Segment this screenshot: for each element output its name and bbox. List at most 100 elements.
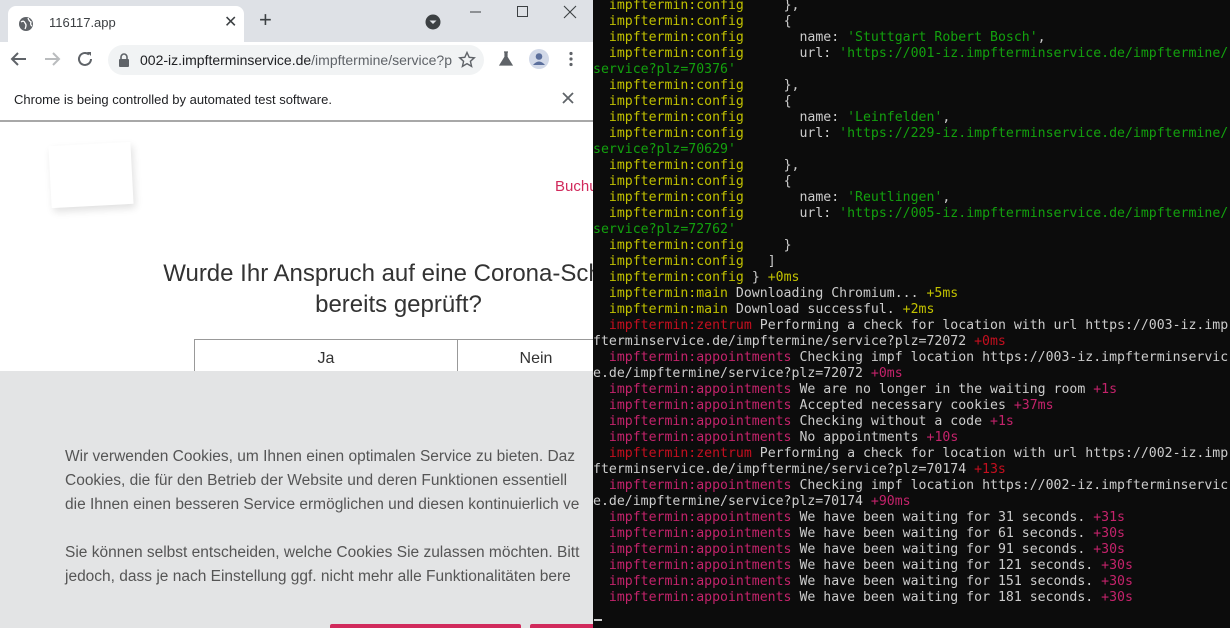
window-close-icon[interactable] (563, 5, 577, 19)
page-question: Wurde Ihr Anspruch auf eine Corona-Schut… (0, 258, 593, 320)
log-line: service?plz=70629' (593, 142, 736, 158)
log-message: No appointments (791, 430, 927, 445)
cookie-text-line: Cookies, die für den Betrieb der Website… (65, 472, 568, 489)
log-message: { (743, 14, 792, 29)
globe-icon (19, 17, 33, 31)
log-message: name: (743, 190, 848, 205)
log-message: Download successful. (727, 302, 903, 317)
lock-icon[interactable] (118, 53, 130, 67)
log-delta: +30s (1101, 574, 1133, 589)
back-arrow-icon[interactable] (10, 50, 28, 68)
log-punct: , (942, 190, 951, 205)
log-continuation: e.de/impftermine/service?plz=70174 (593, 494, 871, 509)
url-text[interactable]: 002-iz.impfterminservice.de/impftermine/… (140, 52, 458, 68)
close-icon[interactable]: ✕ (224, 14, 237, 32)
log-message: We have been waiting for 91 seconds. (791, 542, 1094, 557)
log-line: impftermin:appointments We have been wai… (593, 510, 1125, 526)
log-message: Checking impf location https://002-iz.im… (791, 478, 1229, 493)
log-line: impftermin:appointments We have been wai… (593, 558, 1133, 574)
log-namespace: impftermin:appointments (608, 510, 792, 525)
log-namespace: impftermin:config (608, 110, 744, 125)
log-line: impftermin:appointments No appointments … (593, 430, 958, 446)
log-line: fterminservice.de/impftermine/service?pl… (593, 334, 1006, 350)
log-namespace: impftermin:appointments (608, 558, 792, 573)
cookie-banner: Wir verwenden Cookies, um Ihnen einen op… (0, 371, 593, 628)
log-line: fterminservice.de/impftermine/service?pl… (593, 462, 1006, 478)
log-punct: , (1037, 30, 1046, 45)
url-path: /impftermine/service?p (311, 52, 452, 68)
minimize-icon[interactable] (470, 6, 482, 16)
log-delta: +10s (926, 430, 959, 445)
logo[interactable] (48, 141, 134, 209)
log-line: impftermin:appointments We have been wai… (593, 542, 1125, 558)
log-delta: +30s (1101, 558, 1133, 573)
log-line: impftermin:zentrum Performing a check fo… (593, 446, 1228, 462)
log-continuation: service?plz=70376' (593, 62, 736, 77)
log-line: impftermin:config name: 'Reutlingen', (593, 190, 950, 206)
log-delta: +1s (1093, 382, 1118, 397)
log-string: 'Stuttgart Robert Bosch' (847, 30, 1038, 45)
log-namespace: impftermin:config (608, 174, 744, 189)
question-line-1: Wurde Ihr Anspruch auf eine Corona-Schut… (163, 260, 593, 287)
log-message: We have been waiting for 61 seconds. (791, 526, 1094, 541)
profile-icon[interactable] (529, 49, 549, 69)
log-namespace: impftermin:appointments (608, 414, 792, 429)
kebab-menu-icon[interactable] (562, 50, 580, 68)
address-bar[interactable]: 002-iz.impfterminservice.de/impftermine/… (108, 45, 484, 75)
log-line: impftermin:config }, (593, 0, 800, 14)
tab-search-icon[interactable] (425, 14, 441, 30)
log-line: impftermin:appointments Checking impf lo… (593, 350, 1228, 366)
log-line: impftermin:config url: 'https://229-iz.i… (593, 126, 1228, 142)
log-continuation: service?plz=70629' (593, 142, 736, 157)
close-icon[interactable] (562, 92, 574, 104)
log-namespace: impftermin:appointments (608, 590, 792, 605)
log-message: We have been waiting for 121 seconds. (791, 558, 1102, 573)
log-namespace: impftermin:config (608, 0, 744, 13)
log-message: Performing a check for location with url… (751, 446, 1229, 461)
log-message: }, (743, 0, 800, 13)
forward-arrow-icon[interactable] (43, 50, 61, 68)
maximize-icon[interactable] (517, 6, 528, 17)
log-namespace: impftermin:config (608, 30, 744, 45)
browser-window: 116117.app ✕ + 002-iz.impfterminservice.… (0, 0, 593, 628)
log-delta: +0ms (974, 334, 1006, 349)
plus-icon[interactable]: + (259, 8, 272, 32)
cookie-text-line: jedoch, dass je nach Einstellung ggf. ni… (65, 568, 571, 585)
cookie-settings-button[interactable] (530, 624, 593, 628)
log-message: We have been waiting for 151 seconds. (791, 574, 1102, 589)
url-host: 002-iz.impfterminservice.de (140, 52, 312, 68)
log-delta: +37ms (1013, 398, 1054, 413)
log-line: service?plz=70376' (593, 62, 736, 78)
cookie-accept-button[interactable] (330, 624, 521, 628)
log-message: Accepted necessary cookies (791, 398, 1014, 413)
reload-icon[interactable] (76, 50, 94, 68)
log-line: impftermin:appointments We are no longer… (593, 382, 1117, 398)
nav-link-booking[interactable]: Buchu (555, 178, 593, 195)
log-continuation: e.de/impftermine/service?plz=72072 (593, 366, 871, 381)
log-message: We are no longer in the waiting room (791, 382, 1094, 397)
browser-tab[interactable]: 116117.app ✕ (8, 6, 244, 42)
log-delta: +0ms (870, 366, 903, 381)
terminal-window[interactable]: impftermin:config }, impftermin:config {… (593, 0, 1230, 628)
flask-icon[interactable] (497, 50, 515, 68)
star-icon[interactable] (458, 51, 476, 69)
log-message: url: (743, 126, 840, 141)
log-continuation: fterminservice.de/impftermine/service?pl… (593, 334, 975, 349)
log-message: } (743, 270, 768, 285)
log-delta: +0ms (767, 270, 800, 285)
log-namespace: impftermin:config (608, 14, 744, 29)
log-namespace: impftermin:zentrum (608, 446, 752, 461)
log-namespace: impftermin:appointments (608, 398, 792, 413)
log-line: impftermin:config } (593, 238, 792, 254)
tab-title: 116117.app (49, 15, 116, 30)
log-namespace: impftermin:config (608, 238, 744, 253)
log-namespace: impftermin:config (608, 206, 744, 221)
log-delta: +13s (974, 462, 1006, 477)
log-message: { (743, 94, 792, 109)
log-namespace: impftermin:config (608, 46, 744, 61)
log-line: impftermin:config name: 'Stuttgart Rober… (593, 30, 1046, 46)
log-namespace: impftermin:appointments (608, 478, 792, 493)
log-delta: +30s (1093, 526, 1125, 541)
log-line: e.de/impftermine/service?plz=72072 +0ms (593, 366, 903, 382)
log-delta: +31s (1093, 510, 1125, 525)
